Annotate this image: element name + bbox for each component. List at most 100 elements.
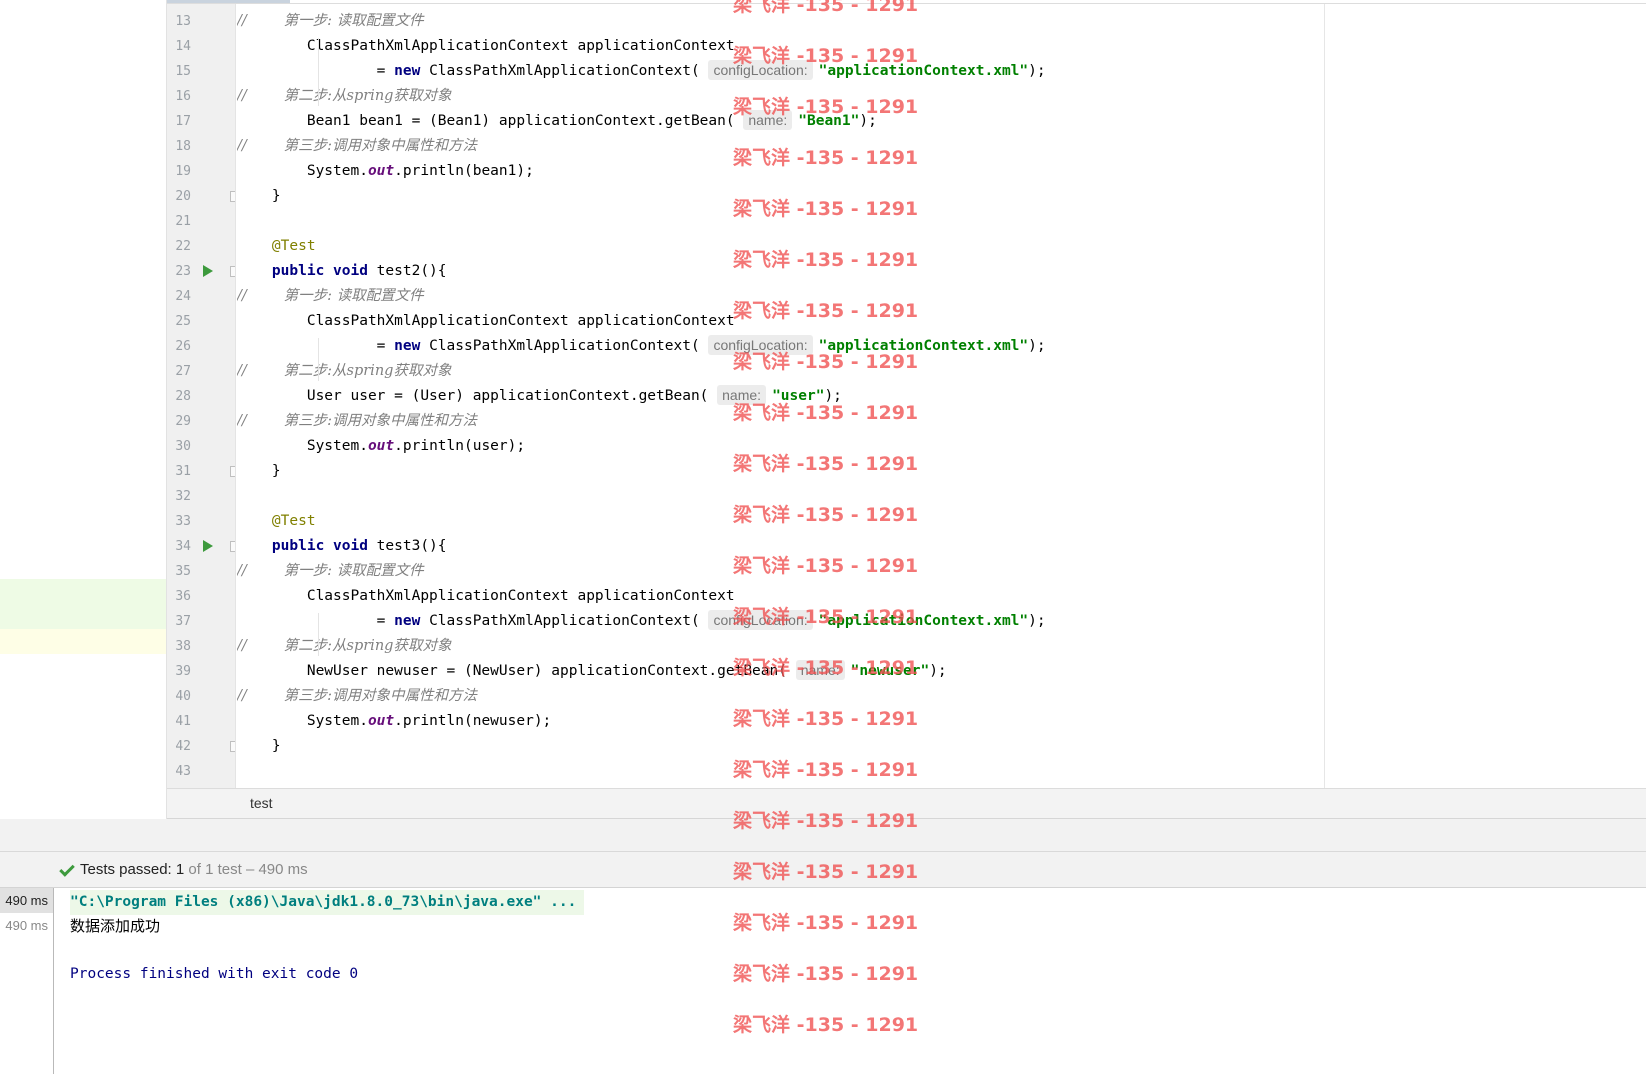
console-command-line[interactable]: "C:\Program Files (x86)\Java\jdk1.8.0_73… [70,890,585,915]
code-line[interactable]: // 第三步:调用对象中属性和方法 [237,134,477,159]
project-panel [0,0,167,819]
run-test-icon[interactable] [203,540,213,552]
code-line[interactable]: User user = (User) applicationContext.ge… [237,384,842,409]
line-number: 21 [175,214,191,229]
code-token: } [237,188,281,204]
code-line[interactable]: // 第三步:调用对象中属性和方法 [237,684,477,709]
breadcrumb-method[interactable]: test [250,795,273,811]
code-token: // 第一步: 读取配置文件 [237,563,424,579]
code-token: System. [237,438,368,454]
code-line[interactable]: @Test [237,234,316,259]
line-number: 43 [175,764,191,779]
code-line[interactable]: System.out.println(newuser); [237,709,551,734]
code-token: ); [929,663,947,679]
test-tree-item[interactable]: 490 ms [0,913,53,938]
code-token: // 第三步:调用对象中属性和方法 [237,688,478,704]
code-token: // 第三步:调用对象中属性和方法 [237,138,478,154]
editor-gutter: 13 14 15 16 17 18 19 20 21 22 23 24 25 26 27 28 29 30 31 32… [167,4,236,788]
fold-icon[interactable] [230,191,235,202]
code-line[interactable]: = new ClassPathXmlApplicationContext( co… [237,59,1046,84]
line-number: 28 [175,389,191,404]
code-token: new [394,63,421,79]
line-number: 40 [175,689,191,704]
code-line[interactable]: Bean1 bean1 = (Bean1) applicationContext… [237,109,877,134]
code-line[interactable]: = new ClassPathXmlApplicationContext( co… [237,609,1046,634]
code-token: System. [237,713,368,729]
line-number: 29 [175,414,191,429]
active-tab-indicator[interactable] [167,0,290,3]
code-token: ); [1028,63,1046,79]
code-token: ); [859,113,877,129]
code-line[interactable]: // 第二步:从spring获取对象 [237,634,451,659]
line-number: 34 [175,539,191,554]
code-line[interactable]: // 第一步: 读取配置文件 [237,9,424,34]
line-number: 20 [175,189,191,204]
code-token: out [367,438,395,454]
code-line[interactable]: } [237,459,281,484]
run-test-icon[interactable] [203,265,213,277]
code-line[interactable]: System.out.println(bean1); [237,159,534,184]
line-number: 22 [175,239,191,254]
fold-icon[interactable] [230,541,235,552]
line-number: 19 [175,164,191,179]
code-token: out [367,713,395,729]
code-line[interactable]: public void test3(){ [237,534,447,559]
code-token: ClassPathXmlApplicationContext( [420,63,709,79]
fold-icon[interactable] [230,741,235,752]
code-line[interactable]: System.out.println(user); [237,434,525,459]
code-token: public void [237,263,368,279]
code-token: "applicationContext.xml" [818,63,1029,79]
code-line[interactable]: NewUser newuser = (NewUser) applicationC… [237,659,947,684]
code-token: ClassPathXmlApplicationContext applicati… [237,313,735,329]
code-line[interactable]: ClassPathXmlApplicationContext applicati… [237,584,735,609]
code-line[interactable]: ClassPathXmlApplicationContext applicati… [237,34,735,59]
code-token: @Test [237,238,316,254]
code-line[interactable]: // 第三步:调用对象中属性和方法 [237,409,477,434]
breadcrumb[interactable]: test [167,788,1646,819]
code-line[interactable]: } [237,184,281,209]
code-line[interactable]: // 第一步: 读取配置文件 [237,284,424,309]
line-number: 13 [175,14,191,29]
code-line[interactable]: // 第二步:从spring获取对象 [237,359,451,384]
code-editor[interactable]: // 第一步: 读取配置文件 ClassPathXmlApplicationCo… [237,4,1325,788]
line-number: 18 [175,139,191,154]
code-line[interactable]: // 第一步: 读取配置文件 [237,559,424,584]
line-number: 32 [175,489,191,504]
line-number: 35 [175,564,191,579]
code-token: .println(user); [394,438,526,454]
line-number: 41 [175,714,191,729]
code-token: ClassPathXmlApplicationContext( [420,613,709,629]
code-token: System. [237,163,368,179]
fold-icon[interactable] [230,466,235,477]
parameter-hint: configLocation: [708,335,813,355]
code-line[interactable]: = new ClassPathXmlApplicationContext( co… [237,334,1046,359]
status-passed-count: 1 [175,861,185,878]
code-line[interactable]: @Test [237,509,316,534]
parameter-hint: configLocation: [708,610,813,630]
fold-icon[interactable] [230,266,235,277]
parameter-hint: name: [743,110,793,130]
line-number: 25 [175,314,191,329]
code-token: public void [237,538,368,554]
code-token: test3(){ [367,538,447,554]
line-number: 30 [175,439,191,454]
code-token: // 第二步:从spring获取对象 [237,638,452,654]
code-line[interactable]: ClassPathXmlApplicationContext applicati… [237,309,735,334]
code-token: = [237,613,395,629]
code-token: "user" [772,388,825,404]
code-line[interactable]: public void test2(){ [237,259,447,284]
row-highlight-yellow [0,629,166,654]
test-tree-item[interactable]: 490 ms [0,888,53,913]
line-number: 24 [175,289,191,304]
line-number: 16 [175,89,191,104]
code-token: ); [1028,338,1046,354]
line-number: 23 [175,264,191,279]
code-line[interactable]: } [237,734,281,759]
code-line[interactable]: // 第二步:从spring获取对象 [237,84,451,109]
code-token: User user = (User) applicationContext.ge… [237,388,718,404]
code-token: ); [1028,613,1046,629]
code-token: = [237,63,395,79]
console-output[interactable]: "C:\Program Files (x86)\Java\jdk1.8.0_73… [55,888,1646,1074]
line-number: 15 [175,64,191,79]
test-results-tree[interactable]: 490 ms 490 ms [0,888,54,1074]
